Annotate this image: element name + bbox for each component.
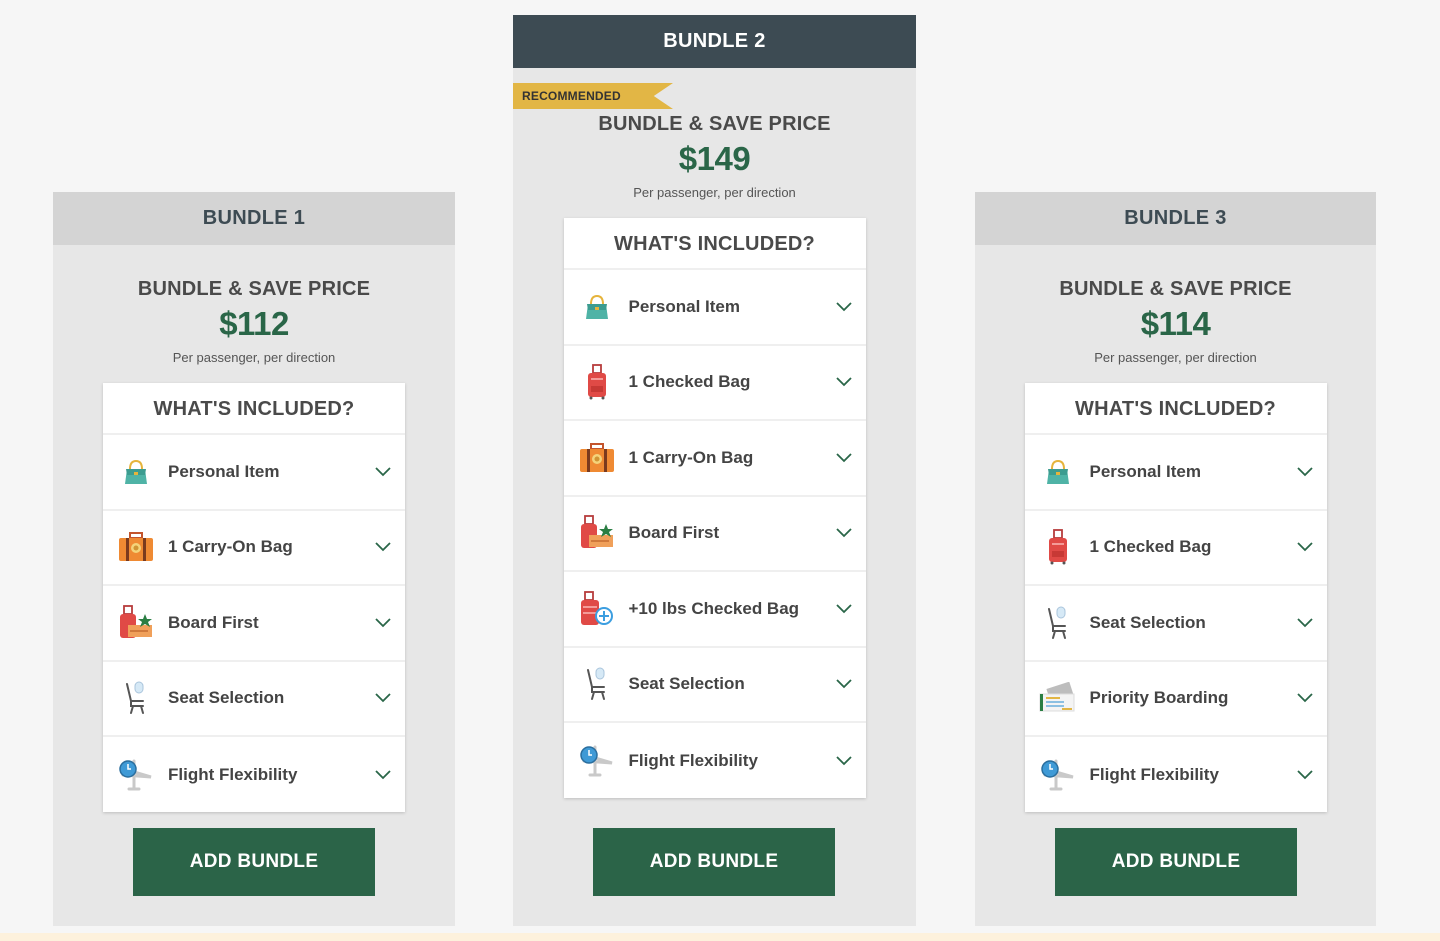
bundle-card-3: BUNDLE 3 BUNDLE & SAVE PRICE $114 Per pa… bbox=[975, 192, 1376, 926]
board-first-icon bbox=[116, 603, 156, 643]
included-item[interactable]: +10 lbs Checked Bag bbox=[563, 570, 866, 646]
included-item[interactable]: Personal Item bbox=[103, 433, 405, 509]
chevron-down-icon[interactable] bbox=[1296, 767, 1313, 783]
handbag-icon bbox=[1038, 452, 1078, 492]
included-item-label: +10 lbs Checked Bag bbox=[628, 598, 800, 618]
price-title: BUNDLE & SAVE PRICE bbox=[137, 278, 371, 300]
included-item-label: 1 Checked Bag bbox=[628, 372, 751, 392]
chevron-down-icon[interactable] bbox=[1296, 539, 1313, 555]
bundle-card-1: BUNDLE 1 BUNDLE & SAVE PRICE $112 Per pa… bbox=[53, 192, 455, 926]
included-item-label: Board First bbox=[628, 523, 720, 543]
price-title: BUNDLE & SAVE PRICE bbox=[1059, 278, 1292, 300]
suitcase-icon bbox=[116, 527, 156, 567]
included-item-label: Priority Boarding bbox=[1089, 688, 1229, 708]
included-item[interactable]: Priority Boarding bbox=[1024, 659, 1327, 736]
plane-clock-icon bbox=[1038, 755, 1078, 795]
chevron-down-icon[interactable] bbox=[835, 450, 852, 466]
price-note: Per passenger, per direction bbox=[172, 350, 336, 365]
included-title: WHAT'S INCLUDED? bbox=[153, 398, 355, 420]
chevron-down-icon[interactable] bbox=[835, 676, 852, 692]
chevron-down-icon[interactable] bbox=[375, 539, 391, 555]
included-item[interactable]: 1 Checked Bag bbox=[563, 343, 866, 420]
included-item[interactable]: Seat Selection bbox=[1024, 584, 1327, 660]
price-value: $149 bbox=[678, 140, 751, 177]
checked-bag-icon bbox=[577, 362, 617, 402]
checked-bag-icon bbox=[1038, 527, 1078, 567]
included-item-label: Seat Selection bbox=[628, 674, 745, 694]
seat-icon bbox=[1038, 603, 1078, 643]
bundle-header: BUNDLE 1 bbox=[53, 192, 455, 245]
included-item[interactable]: Personal Item bbox=[563, 268, 866, 344]
included-item[interactable]: 1 Carry-On Bag bbox=[563, 419, 866, 495]
chevron-down-icon[interactable] bbox=[375, 767, 391, 783]
included-list: WHAT'S INCLUDED? Personal Item 1 Checked… bbox=[1024, 383, 1327, 812]
chevron-down-icon[interactable] bbox=[835, 601, 852, 617]
included-item-label: Personal Item bbox=[1089, 461, 1202, 481]
chevron-down-icon[interactable] bbox=[375, 464, 391, 480]
included-item-label: Flight Flexibility bbox=[628, 750, 758, 770]
suitcase-icon bbox=[577, 438, 617, 478]
chevron-down-icon[interactable] bbox=[375, 615, 391, 631]
handbag-icon bbox=[116, 452, 156, 492]
price-value: $114 bbox=[1140, 305, 1211, 342]
plane-clock-icon bbox=[577, 741, 617, 781]
included-item[interactable]: Seat Selection bbox=[563, 645, 866, 722]
included-item-label: 1 Checked Bag bbox=[1089, 537, 1212, 557]
included-item-label: Seat Selection bbox=[168, 688, 285, 708]
price-block: BUNDLE & SAVE PRICE $112 Per passenger, … bbox=[53, 245, 455, 366]
included-item-label: Personal Item bbox=[168, 461, 280, 481]
included-title: WHAT'S INCLUDED? bbox=[1075, 398, 1276, 420]
included-item-label: Flight Flexibility bbox=[168, 764, 298, 784]
included-list: WHAT'S INCLUDED? Personal Item 1 Checked… bbox=[563, 218, 866, 798]
price-note: Per passenger, per direction bbox=[633, 185, 796, 200]
included-item-label: 1 Carry-On Bag bbox=[168, 537, 293, 557]
chevron-down-icon[interactable] bbox=[1296, 690, 1313, 706]
add-bundle-button[interactable]: ADD BUNDLE bbox=[593, 828, 835, 896]
chevron-down-icon[interactable] bbox=[1296, 615, 1313, 631]
footer-strip bbox=[0, 933, 1440, 941]
add-bundle-button[interactable]: ADD BUNDLE bbox=[1055, 828, 1297, 896]
price-note: Per passenger, per direction bbox=[1094, 350, 1257, 365]
included-item[interactable]: Board First bbox=[103, 584, 405, 660]
bundle-header: BUNDLE 3 bbox=[975, 192, 1376, 245]
price-block: BUNDLE & SAVE PRICE $114 Per passenger, … bbox=[975, 245, 1376, 366]
chevron-down-icon[interactable] bbox=[835, 374, 852, 390]
included-item[interactable]: 1 Checked Bag bbox=[1024, 508, 1327, 585]
included-item-label: 1 Carry-On Bag bbox=[628, 447, 754, 467]
chevron-down-icon[interactable] bbox=[375, 690, 391, 706]
seat-icon bbox=[116, 678, 156, 718]
included-item[interactable]: Seat Selection bbox=[103, 659, 405, 736]
extra-weight-bag-icon bbox=[577, 589, 617, 629]
chevron-down-icon[interactable] bbox=[835, 753, 852, 769]
included-item[interactable]: Flight Flexibility bbox=[103, 735, 405, 812]
included-item-label: Flight Flexibility bbox=[1089, 764, 1219, 784]
chevron-down-icon[interactable] bbox=[835, 525, 852, 541]
boarding-pass-icon bbox=[1038, 678, 1078, 718]
included-item[interactable]: 1 Carry-On Bag bbox=[103, 508, 405, 585]
handbag-icon bbox=[577, 287, 617, 327]
bundle-header: BUNDLE 2 bbox=[513, 15, 916, 68]
included-item[interactable]: Board First bbox=[563, 494, 866, 571]
included-item-label: Personal Item bbox=[628, 296, 741, 316]
plane-clock-icon bbox=[116, 755, 156, 795]
included-item-label: Seat Selection bbox=[1089, 612, 1206, 632]
included-item[interactable]: Flight Flexibility bbox=[1024, 735, 1327, 812]
chevron-down-icon[interactable] bbox=[835, 299, 852, 315]
seat-icon bbox=[577, 664, 617, 704]
included-list: WHAT'S INCLUDED? Personal Item 1 Carry-O… bbox=[103, 383, 405, 812]
recommended-badge: RECOMMENDED bbox=[513, 83, 673, 109]
included-title: WHAT'S INCLUDED? bbox=[614, 233, 815, 255]
chevron-down-icon[interactable] bbox=[1296, 464, 1313, 480]
bundle-card-2: BUNDLE 2 RECOMMENDED BUNDLE & SAVE PRICE… bbox=[513, 15, 916, 926]
add-bundle-button[interactable]: ADD BUNDLE bbox=[133, 828, 375, 896]
price-value: $112 bbox=[219, 305, 289, 342]
included-item[interactable]: Flight Flexibility bbox=[563, 721, 866, 798]
included-item-label: Board First bbox=[168, 612, 259, 632]
included-item[interactable]: Personal Item bbox=[1024, 433, 1327, 509]
price-title: BUNDLE & SAVE PRICE bbox=[598, 113, 831, 135]
board-first-icon bbox=[577, 513, 617, 553]
